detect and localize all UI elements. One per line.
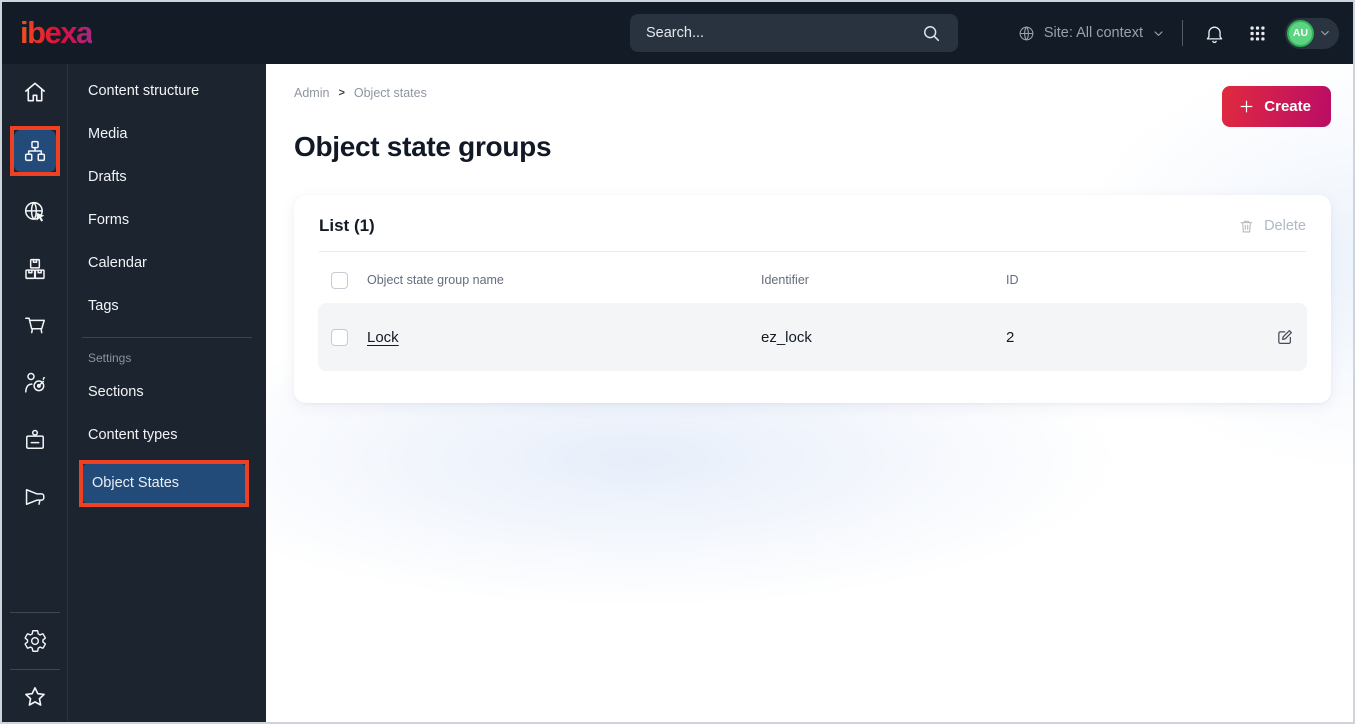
sidebar-item-calendar[interactable]: Calendar: [68, 242, 266, 285]
breadcrumb-admin[interactable]: Admin: [294, 86, 329, 100]
user-avatar: AU: [1287, 19, 1314, 47]
site-context-selector[interactable]: Site: All context: [1017, 24, 1166, 43]
row-id: 2: [1006, 328, 1015, 346]
site-icon[interactable]: [14, 191, 56, 233]
column-header-name: Object state group name: [367, 273, 504, 287]
site-context-label: Site: All context: [1043, 25, 1143, 41]
column-header-identifier: Identifier: [761, 273, 809, 287]
search-icon[interactable]: [916, 18, 946, 48]
sidebar-item-content-structure[interactable]: Content structure: [68, 70, 266, 113]
page-title: Object state groups: [294, 131, 552, 162]
app-grid-icon[interactable]: [1242, 18, 1272, 48]
sidebar-item-media[interactable]: Media: [68, 113, 266, 156]
sidebar-item-object-states[interactable]: Object States: [83, 464, 245, 503]
settings-section-label: Settings: [88, 351, 132, 365]
plus-icon: [1238, 98, 1255, 115]
panel-divider: [319, 251, 1306, 252]
commerce-cart-icon[interactable]: [14, 305, 56, 347]
app-window: ibexa Site: All context: [0, 0, 1355, 724]
annotation-highlight: [9, 126, 60, 176]
search-input[interactable]: [646, 25, 916, 41]
object-state-group-link[interactable]: Lock: [367, 329, 761, 346]
breadcrumb-separator: >: [338, 87, 345, 99]
product-catalog-icon[interactable]: [14, 248, 56, 290]
select-all-checkbox[interactable]: [331, 271, 348, 289]
home-icon[interactable]: [14, 71, 56, 113]
chevron-down-icon: [1318, 26, 1332, 40]
sidebar-item-sections[interactable]: Sections: [68, 371, 266, 414]
list-title: List (1): [319, 216, 375, 235]
topbar-divider: [1182, 20, 1183, 46]
create-button-label: Create: [1264, 98, 1311, 115]
sidebar-item-content-types[interactable]: Content types: [68, 414, 266, 457]
annotation-highlight: Object States: [79, 460, 249, 507]
content-structure-icon[interactable]: [13, 130, 56, 172]
sidebar-item-drafts[interactable]: Drafts: [68, 156, 266, 199]
bookmarks-star-icon[interactable]: [14, 676, 56, 718]
row-checkbox[interactable]: [331, 328, 348, 346]
delete-button[interactable]: Delete: [1238, 218, 1306, 235]
edit-icon[interactable]: [1263, 327, 1307, 347]
sidebar-item-forms[interactable]: Forms: [68, 199, 266, 242]
personalization-icon[interactable]: [14, 362, 56, 404]
icon-rail-bottom: [2, 612, 67, 722]
delete-button-label: Delete: [1264, 218, 1306, 234]
chevron-down-icon: [1151, 26, 1166, 41]
column-header-id: ID: [1006, 273, 1019, 287]
table-header-row: Object state group name Identifier ID: [318, 262, 1307, 298]
settings-gear-icon[interactable]: [14, 620, 56, 662]
icon-rail: [2, 64, 68, 722]
table-row: Lock ez_lock 2: [318, 303, 1307, 371]
global-search[interactable]: [630, 14, 958, 52]
campaign-icon[interactable]: [14, 476, 56, 518]
topbar-right-cluster: Site: All context AU: [1017, 2, 1339, 64]
trash-icon: [1238, 218, 1255, 235]
sidebar-menu: Content structure Media Drafts Forms Cal…: [68, 64, 266, 722]
sidebar-item-tags[interactable]: Tags: [68, 285, 266, 328]
ibexa-logo[interactable]: ibexa: [20, 15, 93, 51]
main-content: Admin > Object states Create Object stat…: [266, 64, 1353, 722]
customer-portal-icon[interactable]: [14, 419, 56, 461]
list-panel: List (1) Delete Object state group name …: [294, 195, 1331, 403]
rail-divider: [9, 669, 60, 670]
topbar: ibexa Site: All context: [2, 2, 1353, 64]
object-state-groups-table: Object state group name Identifier ID Lo…: [318, 262, 1307, 371]
breadcrumb: Admin > Object states: [294, 86, 1331, 100]
rail-divider: [9, 612, 60, 613]
create-button[interactable]: Create: [1222, 86, 1331, 127]
globe-icon: [1017, 24, 1036, 43]
notifications-bell-icon[interactable]: [1199, 18, 1229, 48]
user-menu[interactable]: AU: [1285, 17, 1339, 49]
row-identifier: ez_lock: [761, 328, 812, 346]
breadcrumb-current: Object states: [353, 86, 427, 100]
